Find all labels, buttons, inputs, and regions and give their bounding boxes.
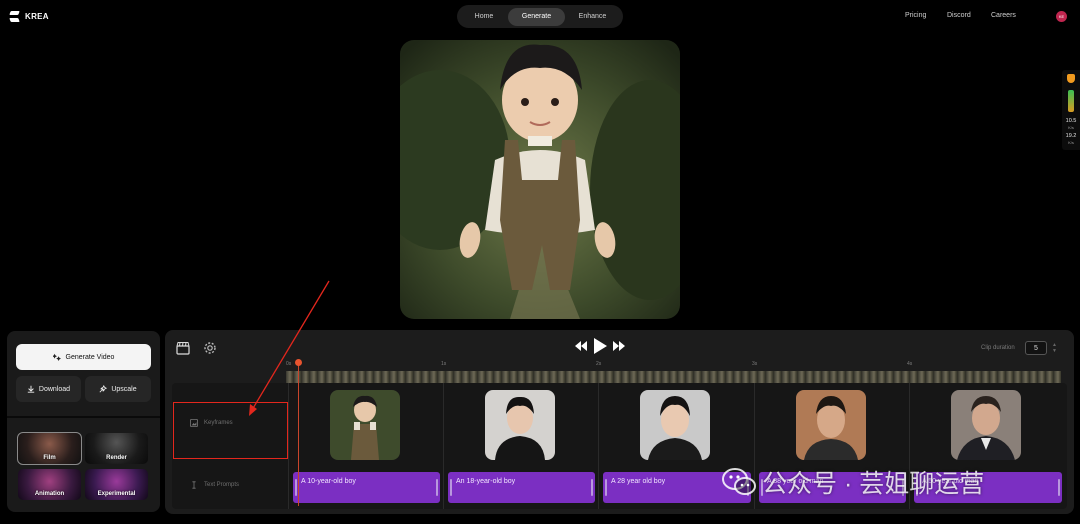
download-icon [27, 385, 35, 393]
style-film-label: Film [43, 455, 56, 461]
generate-video-label: Generate Video [65, 353, 115, 361]
keyframe-thumbnail-3[interactable] [640, 390, 710, 460]
text-prompts-row-label: Text Prompts [172, 481, 288, 489]
ruler-tick-4s: 4s [907, 361, 913, 367]
tab-enhance[interactable]: Enhance [565, 8, 620, 26]
column-divider [288, 383, 289, 509]
play-icon[interactable] [593, 338, 607, 354]
gear-icon[interactable] [203, 341, 217, 355]
filmstrip-track[interactable] [286, 371, 1061, 383]
prompt-text-1: A 10-year-old boy [301, 478, 356, 485]
clip-duration-stepper[interactable]: ▲ ▼ [1052, 342, 1057, 354]
ruler-tick-1s: 1s [441, 361, 447, 367]
prompt-clip-1[interactable]: A 10-year-old boy [293, 472, 440, 503]
shield-icon [1067, 74, 1075, 83]
generate-panel: Generate Video Download Upscale Film Ren… [7, 331, 160, 512]
prompt-clip-2[interactable]: An 18-year-old boy [448, 472, 595, 503]
sparkle-icon [52, 353, 61, 361]
wechat-icon [722, 468, 756, 495]
clip-handle-right[interactable] [436, 479, 438, 496]
download-label: Download [38, 385, 71, 393]
tab-home[interactable]: Home [460, 8, 508, 26]
watermark: 公众号 · 芸姐聊运营 [722, 464, 984, 500]
upload-speed: 10.5 [1065, 118, 1077, 124]
clip-duration-label: Clip duration [981, 345, 1015, 351]
style-experimental[interactable]: Experimental [85, 469, 148, 500]
clip-handle-left[interactable] [450, 479, 452, 496]
avatar[interactable]: KE [1056, 11, 1067, 22]
upload-unit: K/s [1068, 125, 1074, 130]
annotation-highlight-box [173, 402, 288, 459]
krea-logo[interactable]: KREA [10, 11, 49, 22]
keyframe-thumbnail-5[interactable] [951, 390, 1021, 460]
style-render-label: Render [106, 455, 127, 461]
network-speed-widget: 10.5 K/s 19.2 K/s [1062, 70, 1080, 150]
clip-handle-right[interactable] [1058, 479, 1060, 496]
text-cursor-icon [192, 481, 196, 489]
discord-link[interactable]: Discord [947, 12, 971, 19]
ruler-tick-2s: 2s [596, 361, 602, 367]
playhead-handle[interactable] [295, 359, 302, 366]
pricing-link[interactable]: Pricing [905, 12, 926, 19]
keyframe-thumbnail-1[interactable] [330, 390, 400, 460]
style-film[interactable]: Film [17, 432, 82, 465]
playback-controls [575, 338, 625, 354]
krea-logo-icon [10, 11, 19, 22]
panel-divider [7, 416, 160, 418]
main-nav: Home Generate Enhance [457, 5, 623, 28]
column-divider [443, 383, 444, 509]
text-prompts-label: Text Prompts [204, 482, 240, 488]
clapperboard-icon[interactable] [176, 341, 190, 355]
careers-link[interactable]: Careers [991, 12, 1016, 19]
clip-duration-input[interactable]: 5 [1025, 341, 1047, 355]
rewind-icon[interactable] [575, 341, 587, 351]
download-unit: K/s [1068, 140, 1074, 145]
style-render[interactable]: Render [85, 433, 148, 464]
generate-video-button[interactable]: Generate Video [16, 344, 151, 370]
video-preview[interactable] [400, 40, 680, 319]
upscale-icon [99, 385, 108, 393]
keyframe-thumbnail-4[interactable] [796, 390, 866, 460]
speed-meter-icon [1068, 90, 1074, 112]
watermark-text: 公众号 · 芸姐聊运营 [762, 470, 985, 498]
upscale-button[interactable]: Upscale [85, 376, 151, 402]
column-divider [598, 383, 599, 509]
style-experimental-label: Experimental [97, 491, 136, 497]
prompt-text-2: An 18-year-old boy [456, 478, 516, 485]
fast-forward-icon[interactable] [613, 341, 625, 351]
keyframe-thumbnail-2[interactable] [485, 390, 555, 460]
download-speed: 19.2 [1065, 133, 1077, 139]
clip-handle-right[interactable] [591, 479, 593, 496]
brand-name: KREA [25, 12, 49, 21]
style-animation-label: Animation [34, 491, 65, 497]
clip-handle-left[interactable] [605, 479, 607, 496]
upscale-label: Upscale [111, 385, 137, 393]
ruler-tick-0s: 0s [286, 361, 292, 367]
style-animation[interactable]: Animation [18, 469, 81, 500]
clip-handle-left[interactable] [295, 479, 297, 496]
ruler-tick-3s: 3s [752, 361, 758, 367]
tab-generate[interactable]: Generate [508, 7, 565, 26]
playhead-line[interactable] [298, 362, 299, 506]
download-button[interactable]: Download [16, 376, 81, 402]
prompt-text-3: A 28 year old boy [611, 478, 666, 485]
